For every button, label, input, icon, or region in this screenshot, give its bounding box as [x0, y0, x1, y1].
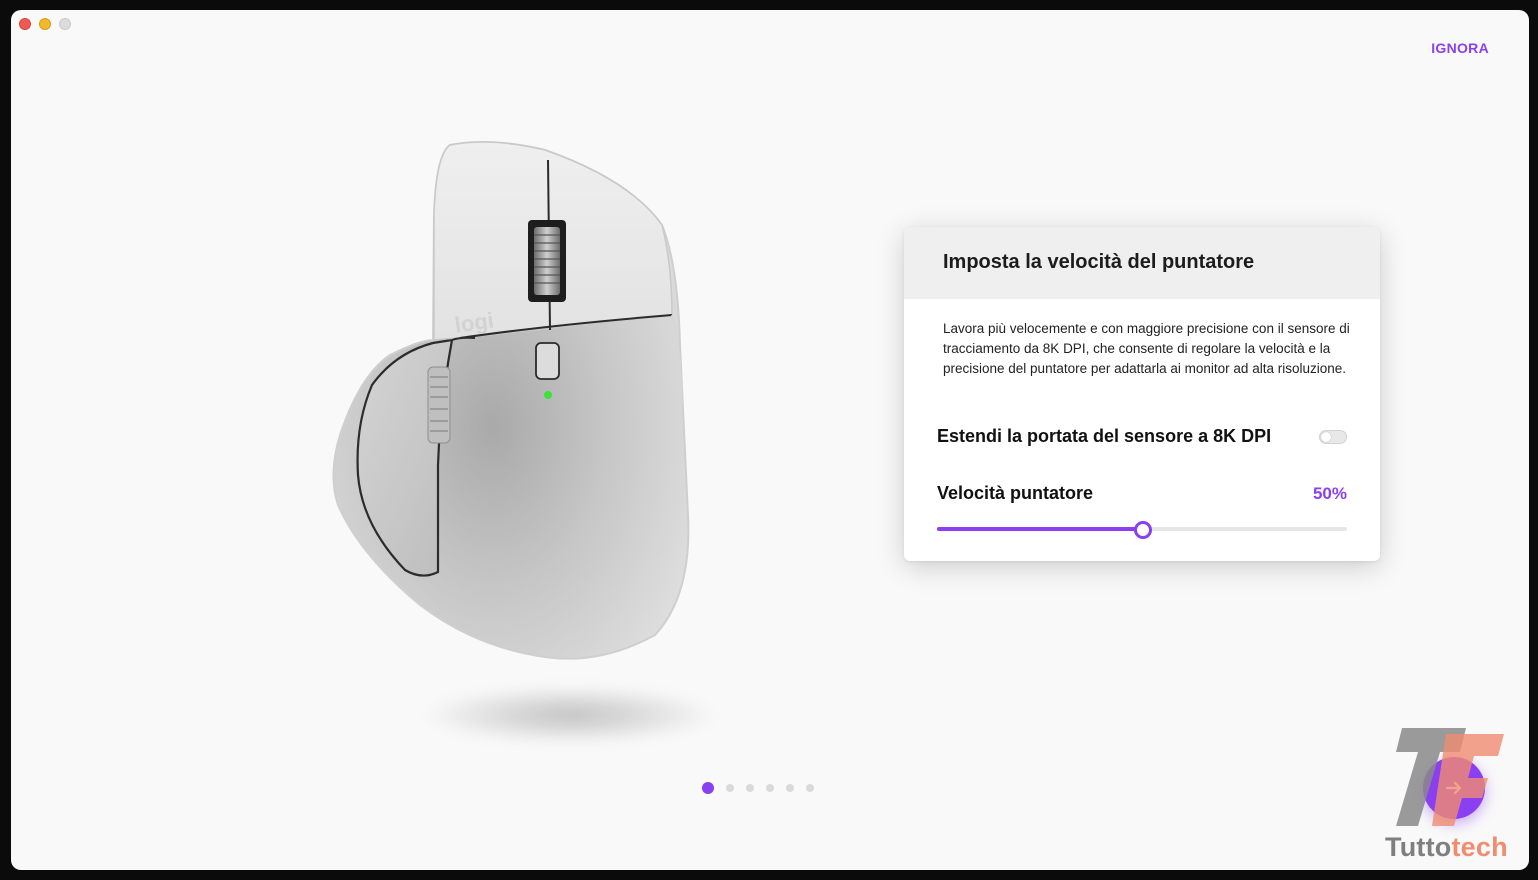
- page-dot[interactable]: [726, 784, 734, 792]
- page-dot[interactable]: [766, 784, 774, 792]
- page-dot[interactable]: [746, 784, 754, 792]
- close-window-button[interactable]: [19, 18, 31, 30]
- mouse-illustration: logi: [300, 125, 730, 745]
- sensor-range-toggle[interactable]: [1319, 429, 1347, 444]
- minimize-window-button[interactable]: [39, 18, 51, 30]
- card-header: Imposta la velocità del puntatore: [904, 227, 1380, 299]
- mouse-graphic: logi: [332, 140, 690, 660]
- pointer-speed-row: Velocità puntatore 50%: [937, 483, 1347, 504]
- page-dot[interactable]: [806, 784, 814, 792]
- sensor-range-label: Estendi la portata del sensore a 8K DPI: [937, 426, 1272, 446]
- watermark-text: Tuttotech: [1385, 832, 1508, 863]
- skip-button[interactable]: IGNORA: [1431, 40, 1489, 56]
- pointer-speed-slider[interactable]: [937, 521, 1347, 539]
- toggle-knob: [1321, 431, 1331, 442]
- watermark-logo-icon: [1388, 726, 1508, 836]
- pagination-dots: [702, 782, 814, 794]
- feature-card: Imposta la velocità del puntatore Lavora…: [904, 227, 1380, 561]
- zoom-window-button[interactable]: [59, 18, 71, 30]
- watermark-part2: tech: [1451, 832, 1508, 862]
- window-controls: [19, 18, 71, 30]
- card-description: Lavora più velocemente e con maggiore pr…: [943, 321, 1350, 376]
- page-dot[interactable]: [702, 782, 714, 794]
- page-dot[interactable]: [786, 784, 794, 792]
- card-title: Imposta la velocità del puntatore: [943, 251, 1255, 273]
- pointer-speed-label: Velocità puntatore: [937, 483, 1094, 503]
- watermark-part1: Tutto: [1385, 832, 1452, 862]
- sensor-range-row: Estendi la portata del sensore a 8K DPI: [937, 426, 1347, 447]
- pointer-speed-value: 50%: [1312, 483, 1347, 503]
- slider-thumb[interactable]: [1134, 521, 1152, 539]
- slider-fill: [937, 527, 1142, 531]
